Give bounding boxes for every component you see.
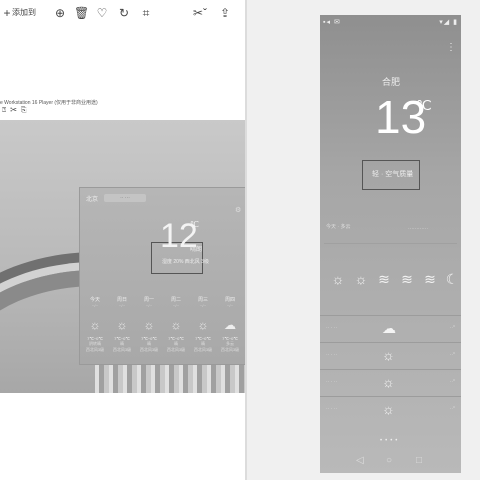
today-details: ············ [408,226,428,232]
hourly-weather-icon: ☼ [331,271,345,287]
forecast-day: 今天 ··/·· ☼ 7℃~0℃ 阴转晴 西北风3级 [82,296,108,353]
crop-icon[interactable]: ⌗ [139,6,153,20]
forecast-day: 周一 ··/·· ☼ 7℃~0℃ 晴 西北风3级 [136,296,162,353]
home-icon[interactable]: ○ [386,455,392,466]
vm-window-title: e Workstation 16 Player (仅用于非商业用途) [0,100,98,106]
status-bar: ▪◂ ✉ ▾◢ ▮ [323,18,458,30]
share-icon[interactable]: ⇪ [218,6,232,20]
hourly-divider [324,243,457,244]
viewer-toolbar: + 添加到 ⊕ 🗑 ♡ ↻ ⌗ ✂ˇ ⇪ [0,0,245,26]
status-notification-icons: ▪◂ ✉ [323,19,341,26]
inner-city-label: 北京 [86,197,99,203]
weather-icon: ☼ [382,347,395,363]
inner-detail: 湿度 20% 西北风 3级 [162,259,209,265]
weather-icon: ☼ [170,318,182,332]
forecast-day: 周二 ··/·· ☼ 7℃~0℃ 晴 西北风3级 [163,296,189,353]
weather-icon: ☼ [382,401,395,417]
zoom-icon[interactable]: ⊕ [53,6,67,20]
weather-icon: ☼ [89,318,101,332]
favorite-icon[interactable]: ♡ [95,6,109,20]
temperature-unit: ℃ [416,97,432,113]
forecast-day: 周日 ··/·· ☼ 7℃~0℃ 晴 西北风3级 [109,296,135,353]
recent-apps-icon[interactable]: □ [416,455,422,466]
forecast-row[interactable]: ·· · ·· ☼ ··° [320,396,461,423]
city-name[interactable]: 合肥 [382,75,400,88]
forecast-row[interactable]: ·· · ·· ☼ ··° [320,369,461,396]
forecast-row[interactable]: ·· · ·· ☼ ··° [320,342,461,369]
edit-icon[interactable]: ✂ˇ [190,6,210,20]
forecast-day: 周三 ··/·· ☼ 7℃~0℃ 晴 西北风3级 [190,296,216,353]
rotate-icon[interactable]: ↻ [117,6,131,20]
delete-icon[interactable]: 🗑 [74,6,89,20]
inner-search-field[interactable]: ·· ··· [104,194,146,202]
hourly-weather-icon: ☾ [445,271,459,287]
hourly-weather-icon: ≋ [378,271,390,287]
inner-weather-widget: 北京 ·· ··· ⚙ 12 ℃ 晴朗 湿度 20% 西北风 3级 今天 ··/… [79,187,247,365]
forecast-row[interactable]: ·· · ·· ☁ ··° [320,315,461,342]
weather-icon: ☼ [116,318,128,332]
navigation-bar: ◁ ○ □ [320,453,461,473]
forecast-day: 周四 ··/·· ☁ 7℃~0℃ 多云 西北风3级 [217,296,243,353]
inner-condition: 晴朗 [190,247,203,253]
today-summary: 今天 · 多云 [326,224,351,230]
page-indicator: •••• [380,438,401,444]
air-quality-label[interactable]: 轻 · 空气质量 [372,169,413,179]
wallpaper-stripe [95,365,245,393]
photo-viewer-window: + 添加到 ⊕ 🗑 ♡ ↻ ⌗ ✂ˇ ⇪ e Workstation 16 Pl… [0,0,247,480]
weather-icon: ☁ [224,318,236,332]
back-icon[interactable]: ◁ [356,455,364,466]
weather-icon: ☁ [382,320,396,336]
weather-icon: ☼ [197,318,209,332]
phone-screen: ▪◂ ✉ ▾◢ ▮ ⋮ 合肥 13 ℃ 轻 · 空气质量 今天 · 多云 ···… [320,15,461,473]
hourly-weather-icon: ☼ [354,271,368,287]
inner-temperature-unit: ℃ [190,220,199,229]
add-to-button[interactable]: 添加到 [12,7,36,18]
weather-icon: ☼ [382,374,395,390]
more-menu-icon[interactable]: ⋮ [446,42,456,53]
gear-icon[interactable]: ⚙ [235,206,241,214]
vm-toolbar-icons[interactable]: ⍰ ✂ ⎘ [2,107,27,115]
weather-icon: ☼ [143,318,155,332]
hourly-weather-icon: ≋ [401,271,413,287]
status-system-icons: ▾◢ ▮ [439,19,458,26]
hourly-weather-icon: ≋ [424,271,436,287]
